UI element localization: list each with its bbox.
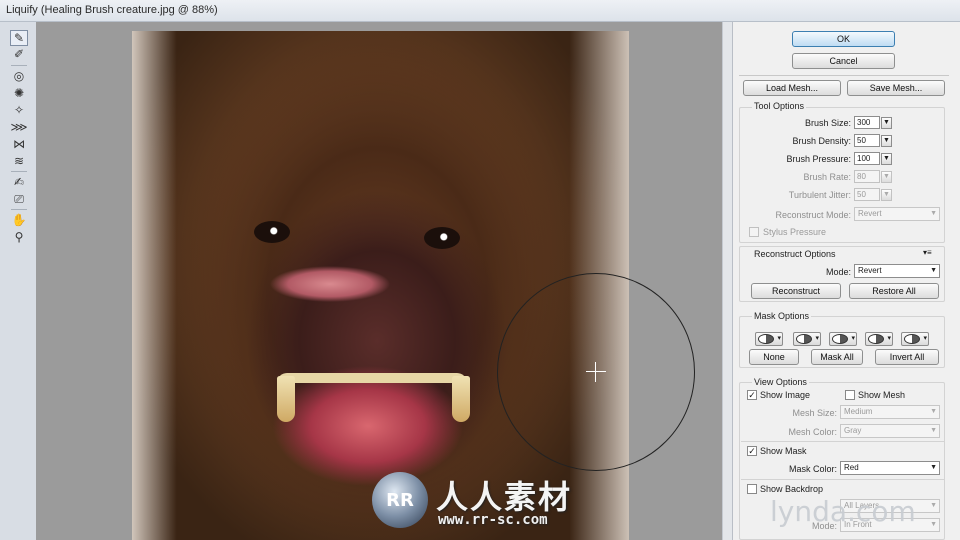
add-to-selection-icon[interactable]: ▾ <box>793 332 821 346</box>
brush-crosshair <box>595 362 596 382</box>
panel-menu-icon[interactable]: ▾≡ <box>923 248 932 257</box>
show-backdrop-checkbox[interactable] <box>747 484 757 494</box>
brush-density-field[interactable]: 50 <box>854 134 880 147</box>
mesh-color-select[interactable]: Gray <box>840 424 940 438</box>
reconstruct-mode-select[interactable]: Revert <box>854 207 940 221</box>
twirl-clockwise-tool-icon[interactable]: ◎ <box>10 68 28 84</box>
divider <box>741 441 945 442</box>
bloat-tool-icon[interactable]: ✧ <box>10 102 28 118</box>
mesh-size-label: Mesh Size: <box>792 408 837 418</box>
brush-pressure-field[interactable]: 100 <box>854 152 880 165</box>
window-title: Liquify (Healing Brush creature.jpg @ 88… <box>6 4 218 16</box>
zoom-tool-icon[interactable]: ⚲ <box>10 229 28 245</box>
reconstruct-mode-dropdown[interactable]: Revert <box>854 264 940 278</box>
reconstruct-tool-icon[interactable]: ✐ <box>10 46 28 62</box>
options-panel: OK Cancel Load Mesh... Save Mesh... Tool… <box>732 22 960 540</box>
invert-all-button[interactable]: Invert All <box>875 349 939 365</box>
show-image-label: Show Image <box>760 390 811 400</box>
turbulent-jitter-dropdown[interactable]: ▼ <box>881 189 892 201</box>
invert-selection-icon[interactable]: ▾ <box>901 332 929 346</box>
ok-button[interactable]: OK <box>792 31 895 47</box>
brush-density-dropdown[interactable]: ▼ <box>881 135 892 147</box>
show-image-checkbox[interactable]: ✓ <box>747 390 757 400</box>
brush-rate-field[interactable]: 80 <box>854 170 880 183</box>
lynda-logo: lynda.com <box>770 495 916 528</box>
show-mesh-label: Show Mesh <box>858 390 906 400</box>
divider <box>739 75 949 76</box>
push-left-tool-icon[interactable]: ⋙ <box>10 119 28 135</box>
mask-options-title: Mask Options <box>752 311 812 321</box>
tool-divider <box>11 65 27 66</box>
turbulent-jitter-field[interactable]: 50 <box>854 188 880 201</box>
mask-all-button[interactable]: Mask All <box>811 349 863 365</box>
cancel-button[interactable]: Cancel <box>792 53 895 69</box>
brush-cursor-circle <box>497 273 695 471</box>
left-fang <box>277 376 295 422</box>
brush-rate-label: Brush Rate: <box>803 172 851 182</box>
hand-tool-icon[interactable]: ✋ <box>10 212 28 228</box>
brush-pressure-dropdown[interactable]: ▼ <box>881 153 892 165</box>
brush-size-label: Brush Size: <box>804 118 851 128</box>
brush-rate-dropdown[interactable]: ▼ <box>881 171 892 183</box>
mask-color-select[interactable]: Red <box>840 461 940 475</box>
brush-size-dropdown[interactable]: ▼ <box>881 117 892 129</box>
load-mesh-button[interactable]: Load Mesh... <box>743 80 841 96</box>
preview-canvas[interactable] <box>36 22 722 540</box>
tools-palette: ✎ ✐ ◎ ✺ ✧ ⋙ ⋈ ≋ ✍ ⎚ ✋ ⚲ <box>8 26 30 540</box>
thaw-mask-tool-icon[interactable]: ⎚ <box>10 191 28 207</box>
show-mesh-checkbox[interactable] <box>845 390 855 400</box>
mesh-color-label: Mesh Color: <box>788 427 837 437</box>
freeze-mask-tool-icon[interactable]: ✍ <box>10 174 28 190</box>
tool-options-title: Tool Options <box>752 101 807 111</box>
pucker-tool-icon[interactable]: ✺ <box>10 85 28 101</box>
reconstruct-mode-label: Reconstruct Mode: <box>775 210 851 220</box>
mesh-size-select[interactable]: Medium <box>840 405 940 419</box>
right-eye <box>424 227 460 249</box>
tool-divider <box>11 209 27 210</box>
brush-pressure-label: Brush Pressure: <box>786 154 851 164</box>
right-fang <box>452 376 470 422</box>
tool-divider <box>11 171 27 172</box>
watermark: RR 人人素材 www.rr-sc.com <box>372 470 612 532</box>
replace-selection-icon[interactable]: ▾ <box>755 332 783 346</box>
reconstruct-mode-label-2: Mode: <box>825 267 851 277</box>
reconstruct-button[interactable]: Reconstruct <box>751 283 841 299</box>
show-backdrop-label: Show Backdrop <box>760 484 824 494</box>
stylus-pressure-label: Stylus Pressure <box>763 227 827 237</box>
brush-density-label: Brush Density: <box>792 136 851 146</box>
save-mesh-button[interactable]: Save Mesh... <box>847 80 945 96</box>
window-title-bar: Liquify (Healing Brush creature.jpg @ 88… <box>0 0 960 22</box>
show-mask-label: Show Mask <box>760 446 807 456</box>
brush-crosshair <box>586 371 606 372</box>
intersect-selection-icon[interactable]: ▾ <box>865 332 893 346</box>
mask-color-label: Mask Color: <box>788 464 837 474</box>
watermark-url: www.rr-sc.com <box>438 512 548 528</box>
reconstruct-options-title: Reconstruct Options <box>752 249 838 259</box>
turbulence-tool-icon[interactable]: ≋ <box>10 153 28 169</box>
restore-all-button[interactable]: Restore All <box>849 283 939 299</box>
vertical-scrollbar[interactable] <box>722 22 732 540</box>
mask-none-button[interactable]: None <box>749 349 799 365</box>
view-options-title: View Options <box>752 377 809 387</box>
subtract-from-selection-icon[interactable]: ▾ <box>829 332 857 346</box>
left-eye <box>254 221 290 243</box>
watermark-logo: RR <box>372 472 428 528</box>
forward-warp-tool-icon[interactable]: ✎ <box>10 30 28 46</box>
stylus-pressure-checkbox[interactable] <box>749 227 759 237</box>
show-mask-checkbox[interactable]: ✓ <box>747 446 757 456</box>
turbulent-jitter-label: Turbulent Jitter: <box>788 190 851 200</box>
divider <box>741 479 945 480</box>
brush-size-field[interactable]: 300 <box>854 116 880 129</box>
teeth <box>277 373 467 433</box>
mirror-tool-icon[interactable]: ⋈ <box>10 136 28 152</box>
